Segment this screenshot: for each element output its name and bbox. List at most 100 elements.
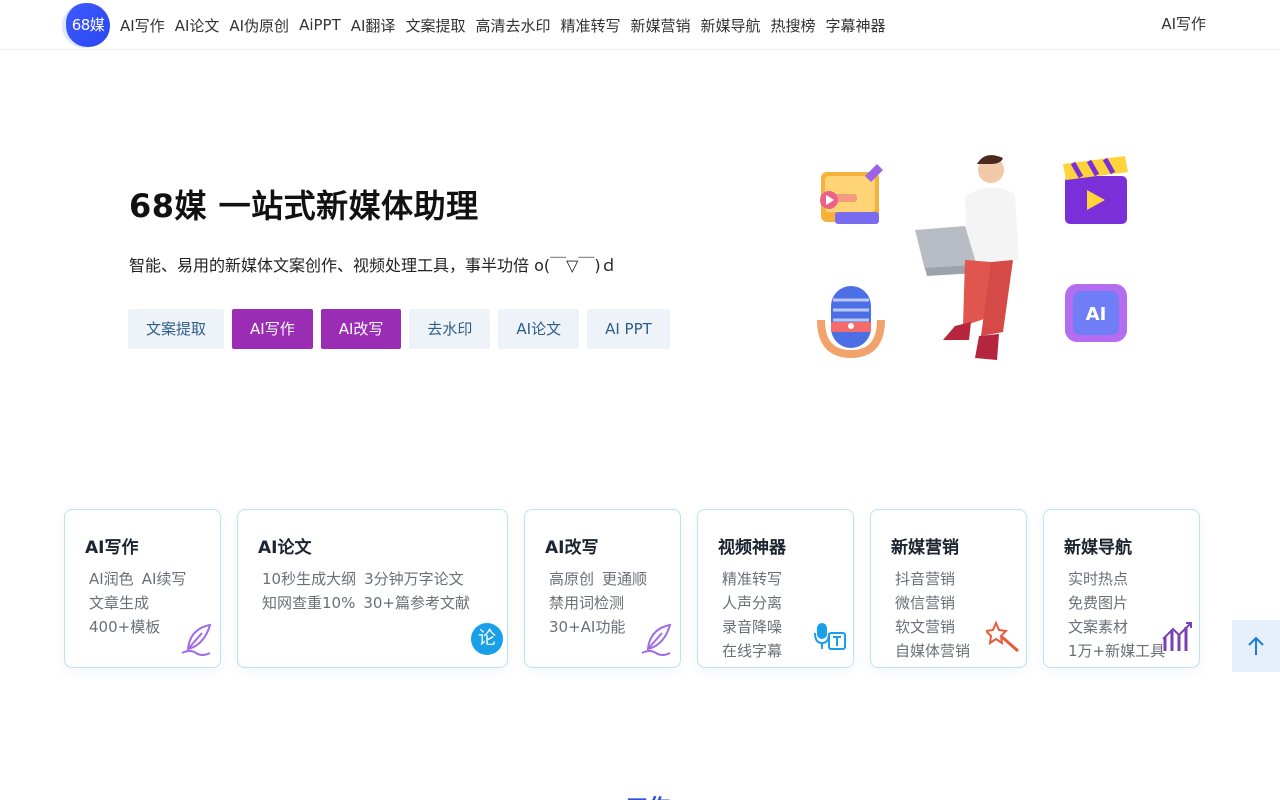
card-ai-rewrite[interactable]: AI改写 高原创更通顺 禁用词检测 30+AI功能 <box>524 509 681 668</box>
hero-button-ai-rewrite[interactable]: AI改写 <box>321 309 402 349</box>
card-tag[interactable]: 免费图片 <box>1068 594 1128 612</box>
card-tag[interactable]: 自媒体营销 <box>895 642 970 660</box>
hero-button-ai-writing[interactable]: AI写作 <box>232 309 313 349</box>
clapperboard-icon <box>1063 156 1128 224</box>
microphone-icon <box>821 286 881 354</box>
hero-button-ai-ppt[interactable]: AI PPT <box>587 309 670 349</box>
card-title: 视频神器 <box>718 533 786 558</box>
card-line: 文案素材 <box>1068 615 1173 639</box>
person-with-laptop <box>915 155 1019 360</box>
card-tag[interactable]: 30+篇参考文献 <box>363 594 470 612</box>
card-line: 知网查重10% 30+篇参考文献 <box>262 591 478 615</box>
nav-item-subtitle-tool[interactable]: 字幕神器 <box>826 15 886 36</box>
card-lines: 实时热点 免费图片 文案素材 1万+新媒工具 <box>1068 567 1173 663</box>
card-title: 新媒营销 <box>891 533 959 558</box>
card-tag[interactable]: 实时热点 <box>1068 570 1128 588</box>
card-tag[interactable]: 文案素材 <box>1068 618 1128 636</box>
hero-title: 68媒 一站式新媒体助理 <box>129 181 479 227</box>
card-tag[interactable]: 软文营销 <box>895 618 955 636</box>
card-title: AI论文 <box>258 533 311 558</box>
nav-item-aippt[interactable]: AiPPT <box>299 16 341 34</box>
ai-chip-icon: AI <box>1065 284 1127 342</box>
card-line: 抖音营销 <box>895 567 978 591</box>
magic-wand-icon <box>986 619 1022 655</box>
card-line: 在线字幕 <box>722 639 790 663</box>
card-tag[interactable]: 3分钟万字论文 <box>364 570 464 588</box>
nav-item-text-extract[interactable]: 文案提取 <box>405 15 465 36</box>
nav-item-transcribe[interactable]: 精准转写 <box>560 15 620 36</box>
card-lines: 10秒生成大纲 3分钟万字论文 知网查重10% 30+篇参考文献 <box>262 567 478 615</box>
section-title-peek: 工作 <box>626 790 670 800</box>
card-line: 免费图片 <box>1068 591 1173 615</box>
top-header: 68媒 AI写作 AI论文 AI伪原创 AiPPT AI翻译 文案提取 高清去水… <box>0 0 1280 50</box>
card-line: 10秒生成大纲 3分钟万字论文 <box>262 567 478 591</box>
card-line: 高原创更通顺 <box>549 567 655 591</box>
card-lines: 精准转写 人声分离 录音降噪 在线字幕 <box>722 567 790 663</box>
card-tag[interactable]: 400+模板 <box>89 618 160 636</box>
card-tag[interactable]: 30+AI功能 <box>549 618 625 636</box>
hero-subtitle: 智能、易用的新媒体文案创作、视频处理工具，事半功倍 o(￣▽￣)ｄ <box>129 252 617 276</box>
card-ai-paper[interactable]: AI论文 10秒生成大纲 3分钟万字论文 知网查重10% 30+篇参考文献 论 <box>237 509 508 668</box>
svg-text:AI: AI <box>1086 304 1107 325</box>
nav-item-ai-translate[interactable]: AI翻译 <box>351 15 396 36</box>
card-tag[interactable]: 人声分离 <box>722 594 782 612</box>
card-tag[interactable]: 在线字幕 <box>722 642 782 660</box>
hero-button-watermark[interactable]: 去水印 <box>409 309 490 349</box>
chart-icon <box>1159 619 1195 655</box>
nav-item-ai-writing[interactable]: AI写作 <box>120 15 165 36</box>
card-ai-writing[interactable]: AI写作 AI润色 AI续写 文章生成 400+模板 <box>64 509 221 668</box>
card-lines: AI润色 AI续写 文章生成 400+模板 <box>89 567 194 639</box>
card-line: 录音降噪 <box>722 615 790 639</box>
card-lines: 抖音营销 微信营销 软文营销 自媒体营销 <box>895 567 978 663</box>
card-tag[interactable]: 1万+新媒工具 <box>1068 642 1165 660</box>
feather-icon <box>180 621 216 657</box>
card-line: AI润色 AI续写 <box>89 567 194 591</box>
card-line: 400+模板 <box>89 615 194 639</box>
nav-item-marketing[interactable]: 新媒营销 <box>630 15 690 36</box>
card-tag[interactable]: 精准转写 <box>722 570 782 588</box>
card-tag[interactable]: 文章生成 <box>89 594 149 612</box>
card-tag[interactable]: 知网查重10% <box>262 594 355 612</box>
arrow-up-icon <box>1245 635 1267 657</box>
card-tag[interactable]: AI续写 <box>142 570 187 588</box>
card-tag[interactable]: 禁用词检测 <box>549 594 624 612</box>
nav-item-ai-paper[interactable]: AI论文 <box>175 15 220 36</box>
nav-item-watermark-remove[interactable]: 高清去水印 <box>475 15 550 36</box>
card-tag[interactable]: 录音降噪 <box>722 618 782 636</box>
card-marketing[interactable]: 新媒营销 抖音营销 微信营销 软文营销 自媒体营销 <box>870 509 1027 668</box>
hero-button-row: 文案提取 AI写作 AI改写 去水印 AI论文 AI PPT <box>128 309 670 349</box>
hero-button-ai-paper[interactable]: AI论文 <box>498 309 579 349</box>
card-title: AI改写 <box>545 533 598 558</box>
card-tag[interactable]: 更通顺 <box>602 570 647 588</box>
card-line: 文章生成 <box>89 591 194 615</box>
feather-icon <box>640 621 676 657</box>
nav-item-ai-pseudo-original[interactable]: AI伪原创 <box>229 15 289 36</box>
back-to-top-button[interactable] <box>1232 620 1280 672</box>
card-line: 微信营销 <box>895 591 978 615</box>
lun-badge-icon: 论 <box>471 623 503 655</box>
card-line: 实时热点 <box>1068 567 1173 591</box>
hero-button-text-extract[interactable]: 文案提取 <box>128 309 224 349</box>
card-video-tools[interactable]: 视频神器 精准转写 人声分离 录音降噪 在线字幕 <box>697 509 854 668</box>
card-navigation[interactable]: 新媒导航 实时热点 免费图片 文案素材 1万+新媒工具 <box>1043 509 1200 668</box>
card-line: 软文营销 <box>895 615 978 639</box>
mic-text-icon <box>813 619 849 655</box>
card-tag[interactable]: 高原创 <box>549 570 594 588</box>
nav-item-navigation[interactable]: 新媒导航 <box>701 15 761 36</box>
main-nav: AI写作 AI论文 AI伪原创 AiPPT AI翻译 文案提取 高清去水印 精准… <box>120 0 886 50</box>
nav-item-hot-search[interactable]: 热搜榜 <box>771 15 816 36</box>
hero-illustration: AI <box>815 150 1135 380</box>
card-tag[interactable]: AI润色 <box>89 570 134 588</box>
site-logo[interactable]: 68媒 <box>62 3 110 47</box>
card-tag[interactable]: 抖音营销 <box>895 570 955 588</box>
card-line: 人声分离 <box>722 591 790 615</box>
card-tag[interactable]: 10秒生成大纲 <box>262 570 356 588</box>
card-title: 新媒导航 <box>1064 533 1132 558</box>
card-line: 精准转写 <box>722 567 790 591</box>
card-title: AI写作 <box>85 533 138 558</box>
logo-text: 68媒 <box>66 3 110 47</box>
video-editor-icon <box>820 164 883 224</box>
card-tag[interactable]: 微信营销 <box>895 594 955 612</box>
nav-right-ai-writing[interactable]: AI写作 <box>1161 0 1206 50</box>
card-line: 禁用词检测 <box>549 591 655 615</box>
